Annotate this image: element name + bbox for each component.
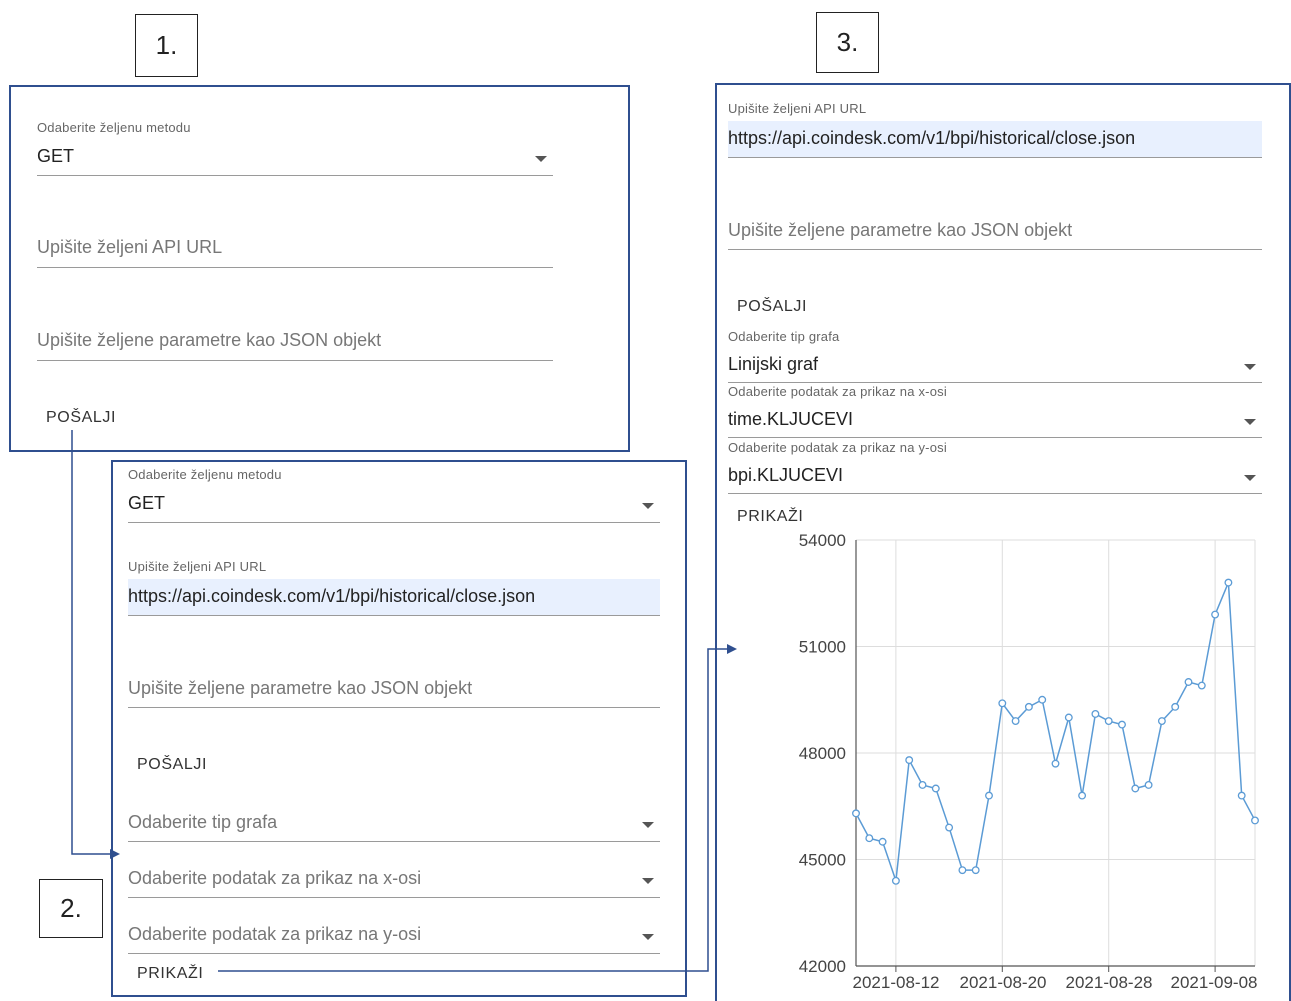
step-label-2: 2.	[39, 879, 103, 938]
data-point	[1091, 710, 1100, 718]
y-tick-label: 54000	[799, 531, 846, 550]
arrow-connector-2-to-3	[218, 644, 737, 972]
data-point	[1024, 702, 1033, 711]
data-point	[1051, 759, 1060, 768]
data-point	[1184, 678, 1193, 686]
data-point	[931, 784, 940, 793]
data-point	[958, 866, 967, 875]
data-point	[1251, 816, 1259, 825]
data-point	[971, 866, 980, 875]
data-point	[945, 823, 954, 832]
data-point	[891, 876, 900, 885]
y-tick-label: 45000	[799, 851, 846, 870]
data-point	[1104, 717, 1113, 725]
data-point	[905, 756, 914, 765]
data-point	[865, 834, 874, 843]
data-point	[1144, 781, 1153, 789]
overlay-canvas: 54000 51000 48000 45000 42000 2021-08-12 2021-…	[71, 430, 1259, 992]
data-point	[1224, 578, 1233, 587]
data-point	[1064, 713, 1073, 722]
x-tick-label: 2021-08-12	[853, 973, 940, 992]
y-tick-label: 51000	[799, 638, 846, 657]
data-point	[1197, 681, 1206, 690]
data-point	[1171, 702, 1180, 711]
data-point	[985, 791, 993, 800]
data-point	[1157, 717, 1166, 725]
data-point	[998, 699, 1007, 708]
data-point	[1038, 695, 1047, 704]
data-point	[878, 837, 887, 846]
data-point	[918, 781, 927, 789]
data-point	[1118, 720, 1126, 729]
line-chart: 54000 51000 48000 45000 42000 2021-08-12 2021-…	[799, 531, 1259, 992]
data-point	[1011, 717, 1020, 725]
arrow-connector-1-to-2	[71, 430, 120, 859]
y-tick-label: 42000	[799, 957, 846, 976]
data-point	[1131, 784, 1140, 793]
data-point	[1237, 791, 1246, 800]
data-point	[852, 809, 860, 818]
x-tick-label: 2021-08-28	[1066, 973, 1153, 992]
y-tick-label: 48000	[799, 744, 846, 763]
data-point	[1211, 610, 1220, 619]
series-line	[855, 582, 1256, 882]
x-tick-label: 2021-09-08	[1171, 973, 1258, 992]
x-tick-label: 2021-08-20	[960, 973, 1047, 992]
data-point	[1078, 791, 1087, 800]
